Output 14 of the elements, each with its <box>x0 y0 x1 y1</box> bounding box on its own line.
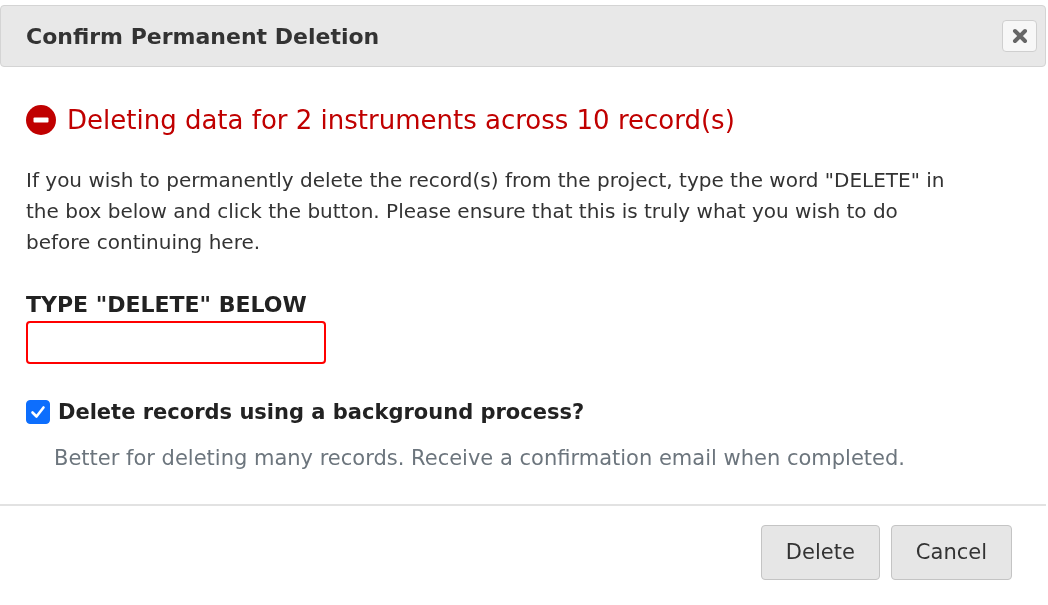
close-button[interactable] <box>1002 20 1037 52</box>
checkbox[interactable] <box>26 400 50 424</box>
warning-message: Deleting data for 2 instruments across 10 record(s) <box>67 104 735 136</box>
dialog-title: Confirm Permanent Deletion <box>26 22 380 51</box>
instructions-text: If you wish to permanently delete the record(s) from the project, type the word "DELETE" in the box below and click the button. Please ensure that this is truly what you wish to do before continuing here. <box>26 167 946 256</box>
close-icon <box>1011 28 1028 44</box>
hint-text: Better for deleting many records. Receive a confirmation email when completed. <box>54 445 905 471</box>
minus-circle-icon <box>26 105 56 135</box>
delete-confirm-input[interactable] <box>26 321 326 364</box>
dialog-button[interactable]: Delete <box>760 525 880 580</box>
checkbox-label: Delete records using a background process? <box>58 399 585 426</box>
field-label: TYPE "DELETE" BELOW <box>26 292 307 318</box>
dialog-button[interactable]: Cancel <box>890 525 1012 580</box>
check-icon <box>30 404 46 420</box>
